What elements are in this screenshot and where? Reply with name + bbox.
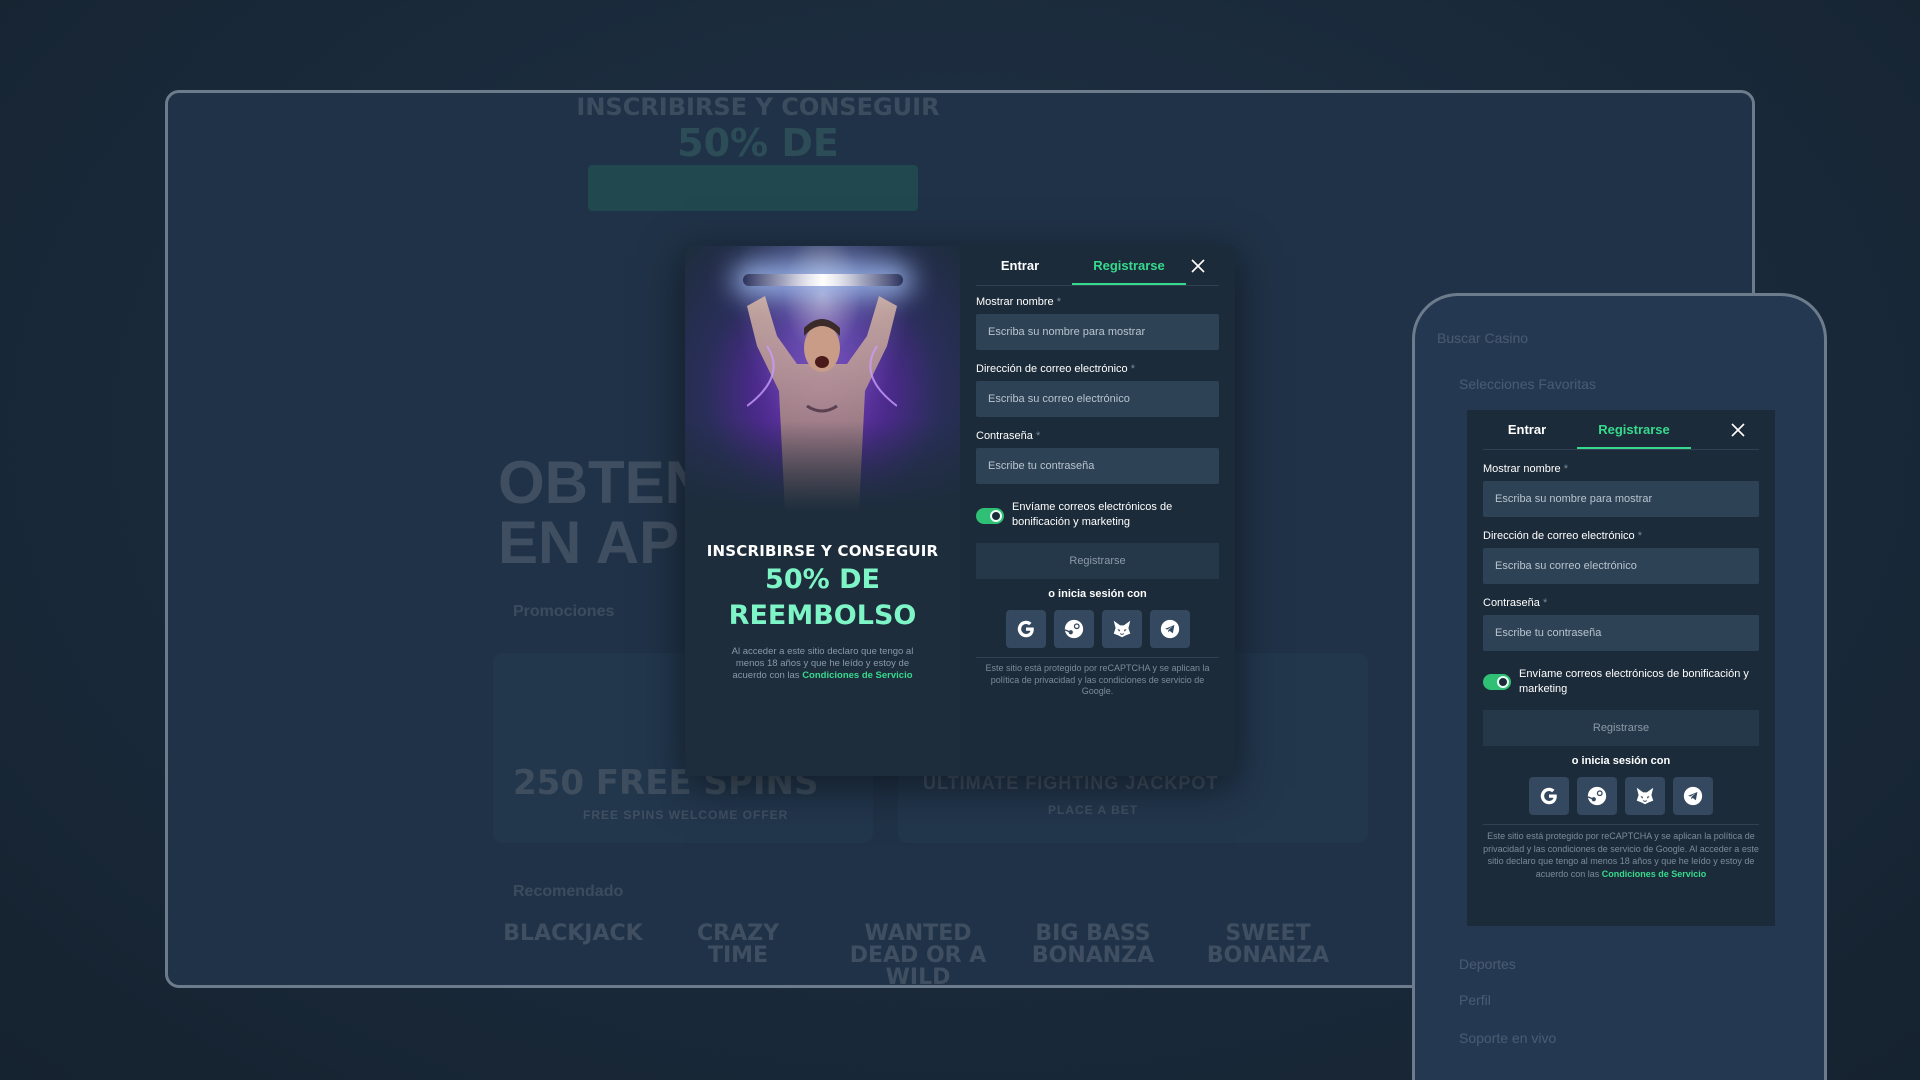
recaptcha-notice: Este sitio está protegido por reCAPTCHA … xyxy=(1483,824,1759,880)
telegram-login-button[interactable] xyxy=(1673,777,1713,815)
phone-frame: Buscar Casino Selecciones Favoritas Depo… xyxy=(1412,293,1827,1080)
password-input[interactable] xyxy=(976,448,1219,484)
google-icon xyxy=(1540,787,1557,805)
marketing-toggle[interactable] xyxy=(1483,674,1511,690)
mobile-signup-modal: Entrar Registrarse Mostrar nombre * Dire… xyxy=(1467,410,1775,926)
recaptcha-notice: Este sitio está protegido por reCAPTCHA … xyxy=(976,657,1219,698)
terms-link[interactable]: Condiciones de Servicio xyxy=(1602,869,1707,879)
promo-fighter-image xyxy=(685,246,960,511)
tab-login[interactable]: Entrar xyxy=(1477,410,1577,449)
steam-icon xyxy=(1064,619,1083,639)
signup-modal: INSCRIBIRSE Y CONSEGUIR 50% DE REEMBOLSO… xyxy=(685,246,1235,776)
close-icon[interactable] xyxy=(1731,423,1745,437)
promo-light-bar xyxy=(743,274,903,286)
email-label: Dirección de correo electrónico * xyxy=(976,363,1135,375)
social-login-label: o inicia sesión con xyxy=(1571,755,1671,767)
signup-form: Entrar Registrarse Mostrar nombre * Dire… xyxy=(960,246,1235,776)
metamask-icon xyxy=(1113,620,1130,638)
tab-register[interactable]: Registrarse xyxy=(1577,410,1691,449)
promo-legal-text: Al acceder a este sitio declaro que teng… xyxy=(731,646,914,681)
register-button[interactable]: Registrarse xyxy=(976,543,1219,579)
name-label: Mostrar nombre * xyxy=(1483,463,1568,475)
marketing-toggle-row: Envíame correos electrónicos de bonifica… xyxy=(976,500,1219,530)
metamask-login-button[interactable] xyxy=(1101,610,1142,648)
telegram-icon xyxy=(1683,786,1703,806)
steam-icon xyxy=(1587,786,1607,806)
close-icon[interactable] xyxy=(1191,259,1205,273)
metamask-icon xyxy=(1636,787,1654,805)
telegram-icon xyxy=(1160,619,1179,639)
steam-login-button[interactable] xyxy=(1577,777,1617,815)
tab-register[interactable]: Registrarse xyxy=(1072,246,1186,285)
google-login-button[interactable] xyxy=(1529,777,1569,815)
password-label: Contraseña * xyxy=(976,430,1041,442)
marketing-toggle-row: Envíame correos electrónicos de bonifica… xyxy=(1483,667,1759,697)
google-login-button[interactable] xyxy=(1005,610,1046,648)
email-label: Dirección de correo electrónico * xyxy=(1483,530,1642,542)
auth-tabs: Entrar Registrarse xyxy=(976,246,1219,286)
social-login-row xyxy=(1483,777,1759,815)
password-input[interactable] xyxy=(1483,615,1759,651)
social-login-row xyxy=(976,610,1219,648)
promo-panel: INSCRIBIRSE Y CONSEGUIR 50% DE REEMBOLSO… xyxy=(685,246,960,776)
metamask-login-button[interactable] xyxy=(1625,777,1665,815)
email-input[interactable] xyxy=(976,381,1219,417)
google-icon xyxy=(1017,620,1034,638)
marketing-toggle[interactable] xyxy=(976,508,1004,524)
promo-headline: INSCRIBIRSE Y CONSEGUIR xyxy=(706,542,939,560)
name-label: Mostrar nombre * xyxy=(976,296,1061,308)
display-name-input[interactable] xyxy=(1483,481,1759,517)
tab-login[interactable]: Entrar xyxy=(968,246,1072,285)
promo-text: INSCRIBIRSE Y CONSEGUIR 50% DE REEMBOLSO… xyxy=(685,542,960,682)
steam-login-button[interactable] xyxy=(1053,610,1094,648)
password-label: Contraseña * xyxy=(1483,597,1548,609)
marketing-label: Envíame correos electrónicos de bonifica… xyxy=(1012,501,1173,528)
promo-offer: 50% DE REEMBOLSO xyxy=(728,564,917,631)
telegram-login-button[interactable] xyxy=(1149,610,1190,648)
display-name-input[interactable] xyxy=(976,314,1219,350)
marketing-label: Envíame correos electrónicos de bonifica… xyxy=(1519,668,1749,695)
register-button[interactable]: Registrarse xyxy=(1483,710,1759,746)
mobile-auth-tabs: Entrar Registrarse xyxy=(1483,410,1759,450)
email-input[interactable] xyxy=(1483,548,1759,584)
terms-link[interactable]: Condiciones de Servicio xyxy=(802,670,912,681)
social-login-label: o inicia sesión con xyxy=(1048,588,1147,600)
